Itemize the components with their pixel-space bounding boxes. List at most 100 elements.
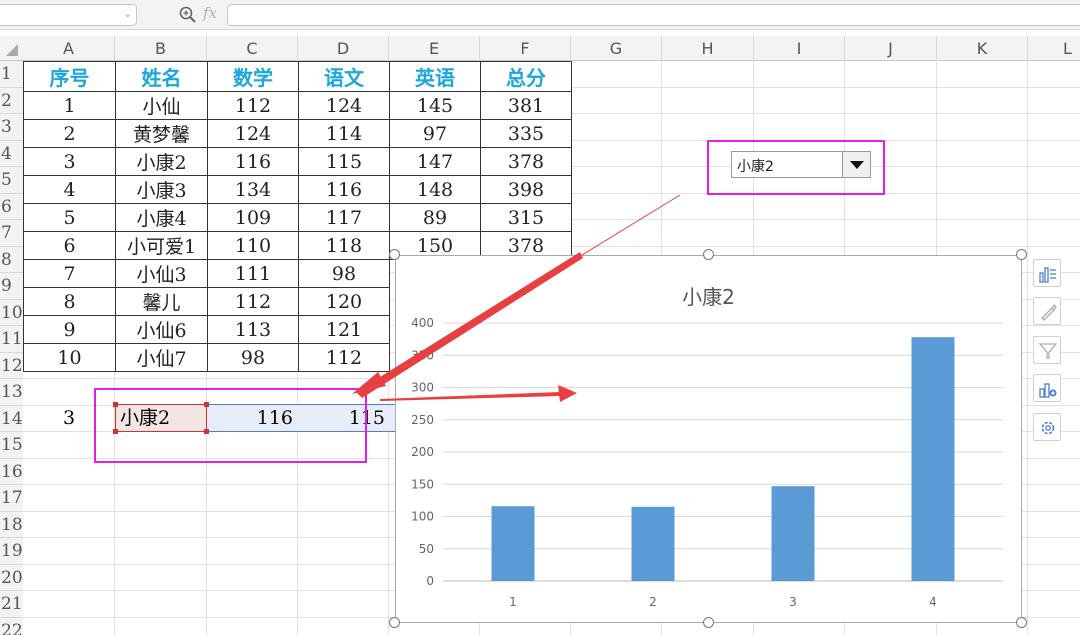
table-cell[interactable]: 黄梦馨 — [115, 119, 208, 148]
row-header-3[interactable]: 3 — [0, 114, 23, 141]
chart-resize-handle[interactable] — [1016, 617, 1027, 628]
table-cell[interactable]: 馨儿 — [115, 287, 208, 316]
chart-type-button[interactable] — [1033, 374, 1061, 402]
column-header-g[interactable]: G — [571, 36, 662, 61]
table-cell[interactable]: 1 — [23, 91, 116, 120]
table-cell[interactable]: 120 — [298, 287, 390, 316]
name-dropdown[interactable]: 小康2 — [731, 151, 871, 178]
table-cell[interactable]: 381 — [480, 91, 572, 120]
table-cell[interactable]: 3 — [23, 147, 116, 176]
table-cell[interactable]: 114 — [298, 119, 390, 148]
table-cell[interactable]: 118 — [298, 231, 390, 260]
table-cell[interactable]: 112 — [207, 287, 299, 316]
table-cell[interactable]: 147 — [389, 147, 481, 176]
chart-resize-handle[interactable] — [703, 617, 714, 628]
table-cell[interactable]: 112 — [207, 91, 299, 120]
row-header-22[interactable]: 22 — [0, 617, 23, 635]
chart-elements-button[interactable] — [1033, 259, 1061, 287]
column-header-k[interactable]: K — [937, 36, 1028, 61]
chart-title[interactable]: 小康2 — [396, 281, 1021, 310]
chart-bar[interactable] — [911, 337, 955, 581]
table-cell[interactable]: 116 — [298, 175, 390, 204]
row-header-16[interactable]: 16 — [0, 458, 23, 485]
column-heading[interactable]: 数学 — [207, 61, 299, 92]
table-cell[interactable]: 98 — [298, 259, 390, 288]
zoom-icon[interactable] — [178, 5, 198, 25]
row-header-8[interactable]: 8 — [0, 246, 23, 273]
row-header-2[interactable]: 2 — [0, 87, 23, 114]
chart-style-button[interactable] — [1033, 297, 1061, 325]
row-header-1[interactable]: 1 — [0, 61, 23, 88]
row-header-20[interactable]: 20 — [0, 564, 23, 591]
table-cell[interactable]: 7 — [23, 259, 116, 288]
table-cell[interactable]: 148 — [389, 175, 481, 204]
table-cell[interactable]: 109 — [207, 203, 299, 232]
row-header-9[interactable]: 9 — [0, 273, 23, 300]
row-header-6[interactable]: 6 — [0, 193, 23, 220]
row-header-19[interactable]: 19 — [0, 538, 23, 565]
table-cell[interactable]: 115 — [298, 147, 390, 176]
table-cell[interactable]: 小仙3 — [115, 259, 208, 288]
table-cell[interactable]: 小可爱1 — [115, 231, 208, 260]
column-header-i[interactable]: I — [754, 36, 845, 61]
column-header-d[interactable]: D — [298, 36, 389, 61]
table-cell[interactable]: 145 — [389, 91, 481, 120]
row-header-17[interactable]: 17 — [0, 485, 23, 512]
column-header-f[interactable]: F — [480, 36, 571, 61]
table-cell[interactable]: 6 — [23, 231, 116, 260]
chart-bar[interactable] — [771, 486, 815, 581]
column-header-h[interactable]: H — [662, 36, 754, 61]
column-header-e[interactable]: E — [389, 36, 480, 61]
chart-bar[interactable] — [631, 506, 675, 581]
table-cell[interactable]: 116 — [207, 147, 299, 176]
row-header-21[interactable]: 21 — [0, 591, 23, 618]
column-header-j[interactable]: J — [845, 36, 937, 61]
row-header-15[interactable]: 15 — [0, 432, 23, 459]
table-cell[interactable]: 5 — [23, 203, 116, 232]
chart-settings-button[interactable] — [1033, 413, 1061, 441]
table-cell[interactable]: 335 — [480, 119, 572, 148]
table-cell[interactable]: 小仙7 — [115, 343, 208, 372]
table-cell[interactable]: 9 — [23, 315, 116, 344]
select-all-corner[interactable] — [0, 36, 23, 61]
table-cell[interactable]: 117 — [298, 203, 390, 232]
name-box[interactable]: ⌄ — [0, 4, 137, 26]
table-cell[interactable]: 124 — [207, 119, 299, 148]
row-header-12[interactable]: 12 — [0, 352, 23, 379]
table-cell[interactable]: 8 — [23, 287, 116, 316]
row-header-13[interactable]: 13 — [0, 379, 23, 406]
table-cell[interactable]: 112 — [298, 343, 390, 372]
table-cell[interactable]: 89 — [389, 203, 481, 232]
column-heading[interactable]: 姓名 — [115, 61, 208, 92]
row-header-4[interactable]: 4 — [0, 140, 23, 167]
table-cell[interactable]: 小仙6 — [115, 315, 208, 344]
dropdown-button[interactable] — [842, 152, 870, 177]
column-header-l[interactable]: L — [1028, 36, 1080, 61]
formula-input[interactable] — [227, 4, 1080, 26]
table-cell[interactable]: 小仙 — [115, 91, 208, 120]
table-cell[interactable]: 134 — [207, 175, 299, 204]
table-cell[interactable]: 124 — [298, 91, 390, 120]
column-heading[interactable]: 序号 — [23, 61, 116, 92]
chart-resize-handle[interactable] — [389, 617, 400, 628]
column-header-c[interactable]: C — [207, 36, 298, 61]
table-cell[interactable]: 4 — [23, 175, 116, 204]
table-cell[interactable]: 小康4 — [115, 203, 208, 232]
column-heading[interactable]: 英语 — [389, 61, 481, 92]
table-cell[interactable]: 110 — [207, 231, 299, 260]
chevron-down-icon[interactable]: ⌄ — [124, 9, 132, 20]
table-cell[interactable]: 121 — [298, 315, 390, 344]
table-cell[interactable]: 10 — [23, 343, 116, 372]
row-header-7[interactable]: 7 — [0, 220, 23, 247]
column-header-a[interactable]: A — [23, 36, 115, 61]
fx-icon[interactable]: fx — [203, 4, 217, 22]
column-heading[interactable]: 语文 — [298, 61, 390, 92]
table-cell[interactable]: 2 — [23, 119, 116, 148]
bar-chart[interactable]: 0 50 100 150 200 250 300 350 400 1 2 3 4 小康2 — [395, 255, 1022, 623]
chart-filter-button[interactable] — [1033, 336, 1061, 364]
table-cell[interactable]: 111 — [207, 259, 299, 288]
row-header-10[interactable]: 10 — [0, 299, 23, 326]
table-cell[interactable]: 98 — [207, 343, 299, 372]
column-heading[interactable]: 总分 — [480, 61, 572, 92]
chart-bar[interactable] — [491, 506, 535, 581]
